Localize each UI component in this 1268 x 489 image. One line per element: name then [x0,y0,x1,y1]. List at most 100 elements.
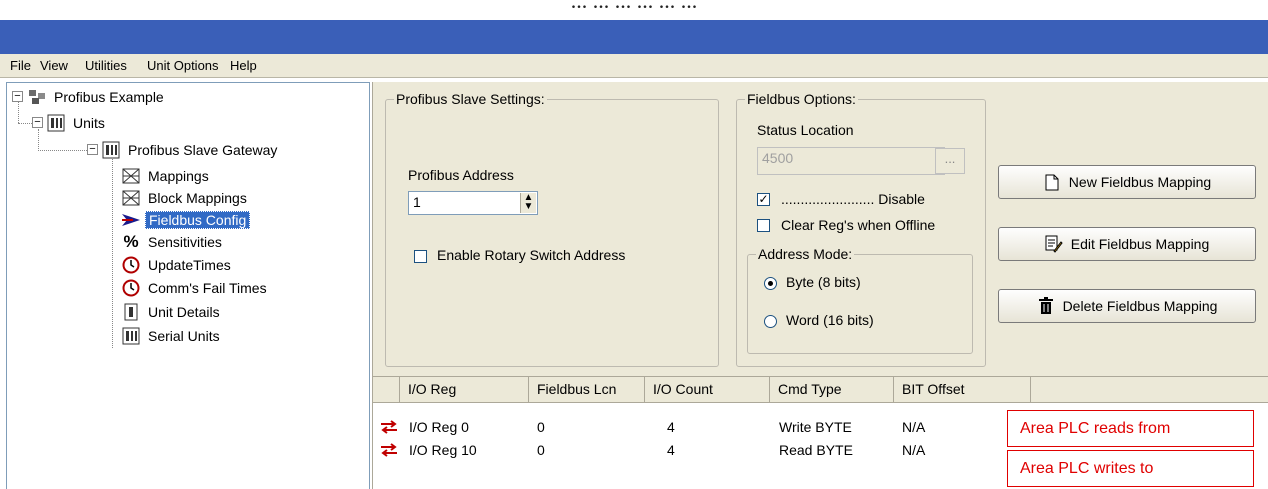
tree-root[interactable]: Profibus Example [27,86,167,108]
cell-cmd-type: Write BYTE [779,419,852,435]
menu-unit-options[interactable]: Unit Options [147,58,219,73]
rotary-label: Enable Rotary Switch Address [437,247,626,263]
trash-icon [1037,297,1055,315]
status-location-value: 4500 [762,150,794,166]
rotary-switch-checkbox[interactable] [414,250,427,263]
menu-utilities[interactable]: Utilities [85,58,127,73]
mapping-icon [121,189,141,207]
status-location-field[interactable]: 4500 [757,147,945,175]
tree-units[interactable]: Units [46,112,108,134]
collapse-toggle[interactable]: − [12,91,23,102]
menu-view[interactable]: View [40,58,68,73]
tree-line [18,123,32,124]
tree-item-sensitivities[interactable]: % Sensitivities [121,231,225,253]
cell-bit-offset: N/A [902,419,926,435]
byte-label: Byte (8 bits) [786,274,861,290]
slave-settings-group: Profibus Slave Settings: Profibus Addres… [385,91,719,367]
status-location-label: Status Location [757,122,854,138]
tree-label: Fieldbus Config [145,211,251,229]
column-header-cmd-type[interactable]: Cmd Type [770,377,894,403]
new-fieldbus-mapping-button[interactable]: New Fieldbus Mapping [998,165,1256,199]
cell-io-count: 4 [667,442,675,458]
column-header-fieldbus-lcn[interactable]: Fieldbus Lcn [529,377,645,403]
address-mode-group: Address Mode: Byte (8 bits) Word (16 bit… [747,246,973,354]
tree-item-mappings[interactable]: Mappings [121,165,212,187]
tree-item-fieldbus-config[interactable]: Fieldbus Config [121,209,251,231]
tree-item-unit-details[interactable]: Unit Details [121,301,223,323]
unit-icon [46,114,66,132]
window-titlebar [0,20,1268,54]
clock-icon [121,279,141,297]
group-title: Profibus Slave Settings: [394,91,547,107]
cell-fieldbus-lcn: 0 [537,419,545,435]
tree-item-serial-units[interactable]: Serial Units [121,325,223,347]
delete-fieldbus-mapping-button[interactable]: Delete Fieldbus Mapping [998,289,1256,323]
edit-document-icon [1045,235,1063,253]
tree-label: Profibus Slave Gateway [128,142,278,158]
word-label: Word (16 bits) [786,312,874,328]
tree-line [112,156,113,348]
tree-item-updatetimes[interactable]: UpdateTimes [121,254,234,276]
tree-label: Comm's Fail Times [148,280,267,296]
exchange-arrows-icon [381,443,397,457]
word-radio[interactable] [764,315,777,328]
tree-label: UpdateTimes [148,257,231,273]
ellipsis-text: ... [944,151,956,166]
annotation-reads-from: Area PLC reads from [1007,410,1254,447]
fieldbus-options-group: Fieldbus Options: Status Location 4500 .… [736,91,986,367]
document-caption: ... ... ... ... ... ... [0,0,1268,20]
caption-text: ... ... ... ... ... ... [570,0,698,13]
clear-regs-checkbox[interactable] [757,219,770,232]
clock-icon [121,256,141,274]
edit-fieldbus-mapping-button[interactable]: Edit Fieldbus Mapping [998,227,1256,261]
disable-checkbox[interactable]: ✓ [757,193,770,206]
tree-label: Mappings [148,168,209,184]
arrow-icon [121,211,141,229]
column-header-io-reg[interactable]: I/O Reg [400,377,529,403]
browse-button[interactable]: ... [935,148,965,174]
tree-label: Profibus Example [54,89,164,105]
column-header-blank [373,377,400,403]
button-label: Edit Fieldbus Mapping [1070,236,1210,252]
network-icon [27,88,47,106]
address-label: Profibus Address [408,167,514,183]
tree-label: Unit Details [148,304,220,320]
tree-item-comms-fail-times[interactable]: Comm's Fail Times [121,277,270,299]
column-header-bit-offset[interactable]: BIT Offset [894,377,1031,403]
menu-help[interactable]: Help [230,58,257,73]
collapse-toggle[interactable]: − [87,144,98,155]
address-spinner[interactable]: 1 ▲ ▼ [408,191,538,215]
cell-fieldbus-lcn: 0 [537,442,545,458]
address-value: 1 [413,194,421,210]
tree-item-block-mappings[interactable]: Block Mappings [121,187,250,209]
group-title: Address Mode: [756,246,855,262]
clear-regs-label: Clear Reg's when Offline [781,217,936,233]
unit-icon [101,141,121,159]
percent-icon: % [123,232,139,251]
tree-gateway[interactable]: Profibus Slave Gateway [101,139,280,161]
column-header-filler [1031,377,1268,403]
tree-line [38,150,93,151]
tree-label: Sensitivities [148,234,222,250]
byte-radio[interactable] [764,277,777,290]
cell-io-reg: I/O Reg 10 [409,442,477,458]
config-pane: Profibus Slave Settings: Profibus Addres… [372,82,1268,376]
exchange-arrows-icon [381,420,397,434]
mapping-icon [121,167,141,185]
collapse-toggle[interactable]: − [32,117,43,128]
cell-cmd-type: Read BYTE [779,442,853,458]
project-tree[interactable]: − Profibus Example − Units − Profibus Sl… [6,82,370,489]
unit-icon [121,327,141,345]
column-header-io-count[interactable]: I/O Count [645,377,770,403]
cell-io-reg: I/O Reg 0 [409,419,469,435]
unit-icon [121,303,141,321]
annotation-writes-to: Area PLC writes to [1007,450,1254,487]
tree-label: Block Mappings [148,190,247,206]
cell-bit-offset: N/A [902,442,926,458]
menu-file[interactable]: File [10,58,31,73]
new-document-icon [1043,173,1061,191]
tree-line [38,129,39,151]
menu-bar: File View Utilities Unit Options Help [0,54,1268,78]
group-title: Fieldbus Options: [745,91,858,107]
spin-icon[interactable]: ▲ ▼ [520,193,536,213]
